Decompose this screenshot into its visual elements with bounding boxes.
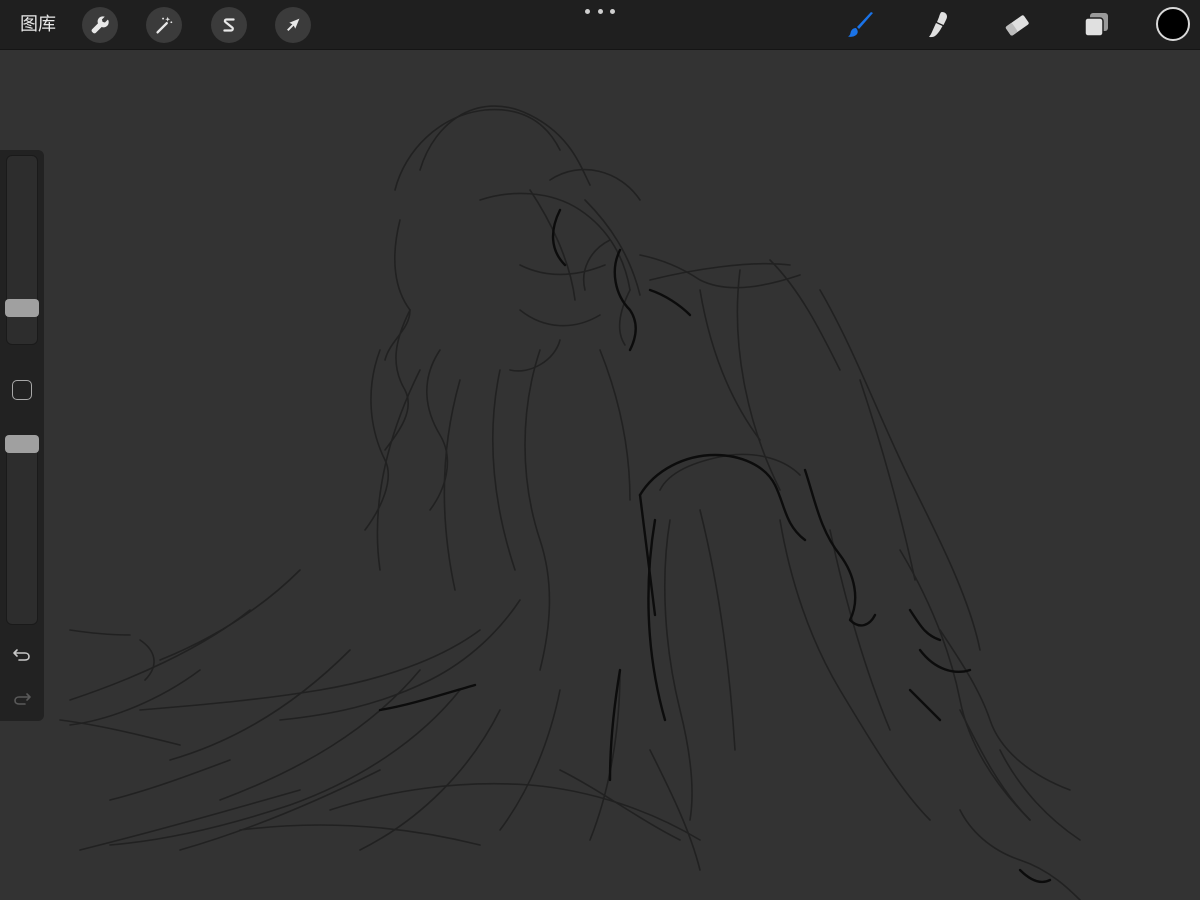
eraser-icon [1005, 15, 1029, 36]
smudge-tool-button[interactable] [920, 6, 958, 44]
gallery-button[interactable]: 图库 [10, 10, 66, 40]
drawing-canvas[interactable] [0, 50, 1200, 900]
undo-button[interactable] [10, 643, 34, 667]
magic-wand-icon [156, 16, 173, 34]
redo-icon [14, 693, 31, 705]
left-sidebar [0, 150, 44, 721]
dot-icon [610, 8, 615, 14]
brush-icon [848, 12, 873, 37]
arrow-cursor-icon [287, 18, 300, 31]
color-picker-button[interactable] [1156, 7, 1190, 41]
selection-s-icon [223, 18, 235, 32]
brush-size-handle[interactable] [5, 299, 39, 318]
top-toolbar: 图库 [0, 0, 1200, 50]
wrench-icon [91, 16, 109, 34]
layers-button[interactable] [1077, 6, 1115, 44]
smudge-icon [929, 12, 947, 38]
undo-icon [13, 649, 30, 661]
sketch-drawing [59, 105, 1081, 900]
more-options-button[interactable] [585, 5, 615, 17]
dot-icon [597, 8, 603, 14]
selection-button[interactable] [211, 7, 247, 43]
actions-button[interactable] [82, 7, 118, 43]
brush-tool-button[interactable] [842, 6, 880, 44]
modify-button[interactable] [12, 380, 32, 400]
transform-button[interactable] [275, 7, 311, 43]
layers-icon [1084, 13, 1108, 37]
dot-icon [585, 8, 590, 14]
eraser-tool-button[interactable] [998, 6, 1036, 44]
redo-button[interactable] [10, 687, 34, 711]
brush-opacity-handle[interactable] [5, 435, 39, 453]
adjustments-button[interactable] [146, 7, 182, 43]
brush-opacity-slider[interactable] [6, 435, 38, 625]
